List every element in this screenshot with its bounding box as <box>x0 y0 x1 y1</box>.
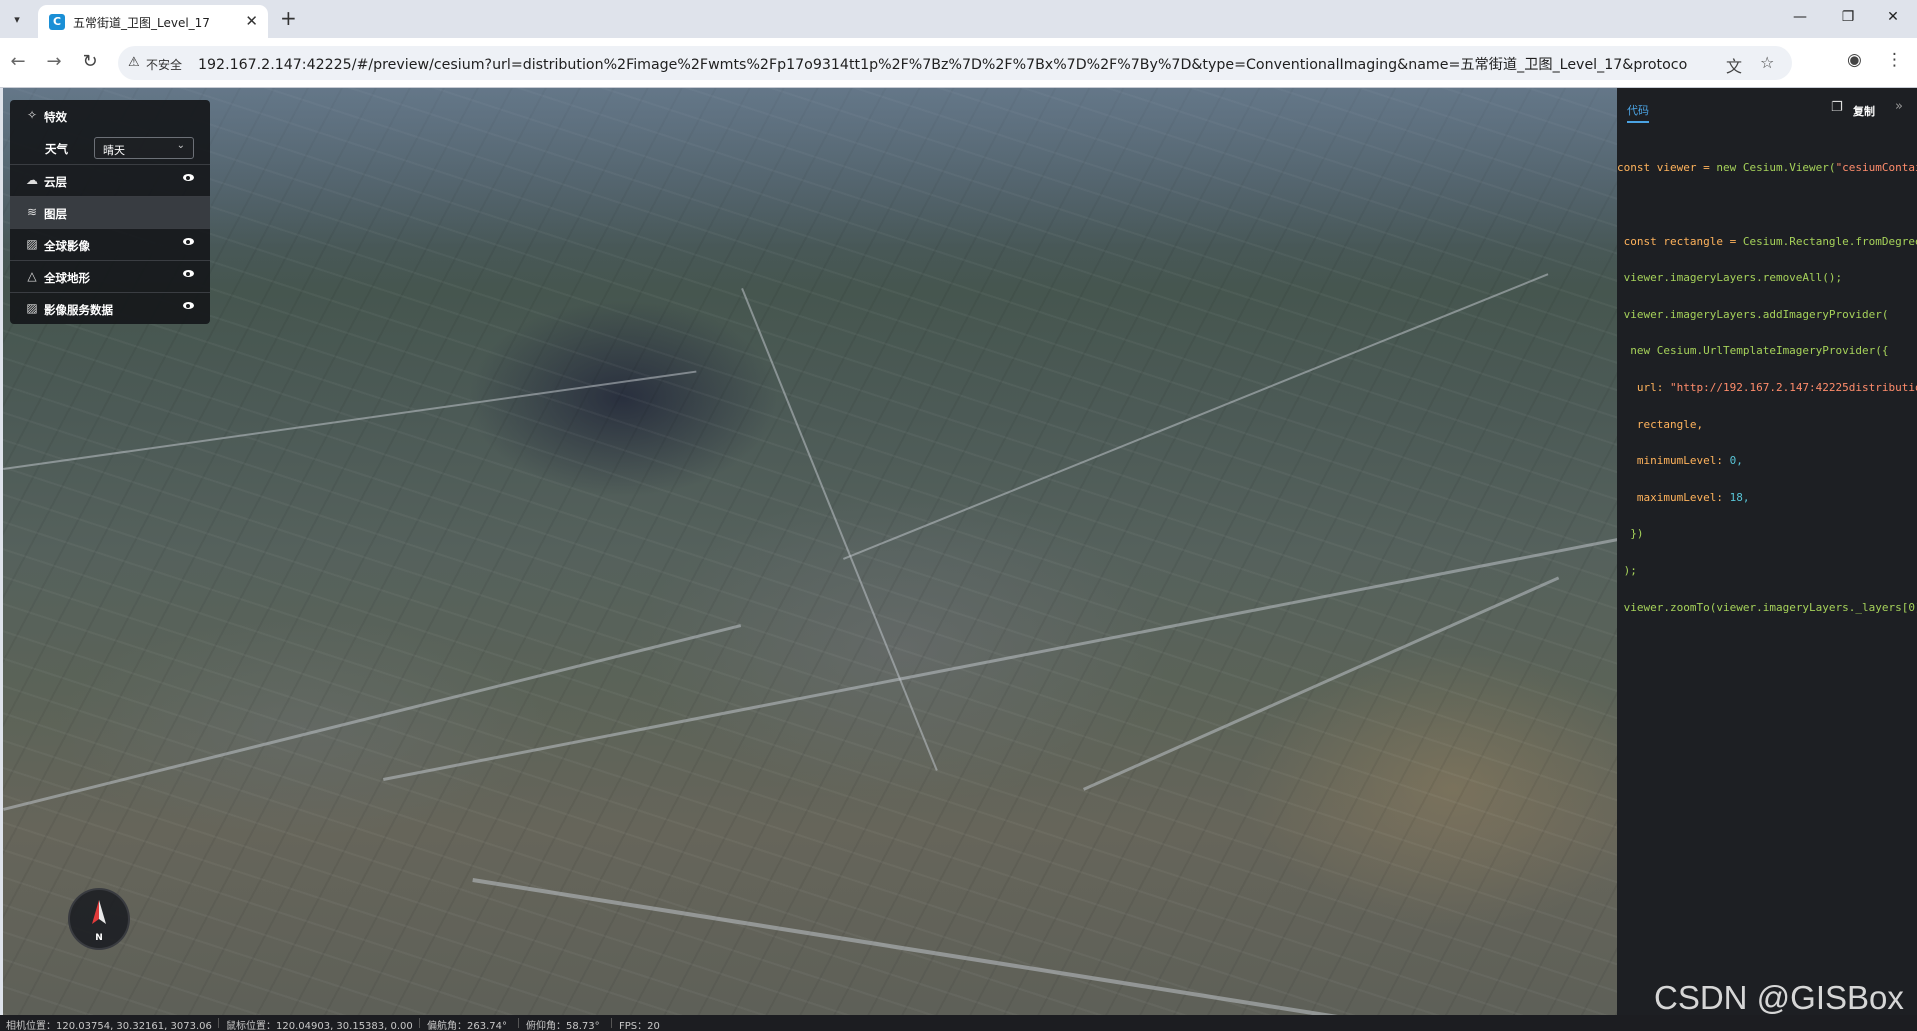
code-line: url: "http://192.167.2.147:42225distribu… <box>1617 380 1917 394</box>
code-line: const rectangle = Cesium.Rectangle.fromD… <box>1617 234 1917 248</box>
code-token: maximumLevel: <box>1617 490 1730 504</box>
image-icon: ▨ <box>26 237 38 251</box>
url-text[interactable]: 192.167.2.147:42225/#/preview/cesium?url… <box>198 54 1688 74</box>
atmosphere-haze <box>3 88 1617 248</box>
status-divider <box>611 1018 612 1028</box>
effects-label: 特效 <box>44 110 67 124</box>
browser-tabstrip: ▾ C 五常街道_卫图_Level_17 ✕ + — ❐ ✕ <box>0 0 1917 38</box>
code-line: }) <box>1617 527 1644 541</box>
global-terrain-label: 全球地形 <box>44 271 90 285</box>
layer-item-global-terrain[interactable]: △ 全球地形 <box>10 260 210 292</box>
code-panel: 代码 ❐ 复制 » const viewer = new Cesium.View… <box>1617 88 1917 1015</box>
code-token: new Cesium.Viewer( <box>1716 161 1836 175</box>
code-token: Cesium.Rectangle.fromDegrees(1 <box>1742 234 1917 248</box>
magic-wand-icon: ✧ <box>26 108 38 122</box>
status-divider <box>218 1018 219 1028</box>
warning-icon[interactable]: ⚠ <box>128 55 140 70</box>
fps-counter: FPS：20 <box>619 1021 660 1031</box>
collapse-chevrons-icon[interactable]: » <box>1895 99 1903 114</box>
code-line: maximumLevel: 18, <box>1617 490 1917 504</box>
global-imagery-label: 全球影像 <box>44 239 90 253</box>
code-token: minimumLevel: <box>1617 454 1730 468</box>
chevron-down-icon: ⌄ <box>176 140 185 151</box>
code-token: "http://192.167.2.147:42225distribution/… <box>1669 380 1917 394</box>
cesium-map-viewport[interactable] <box>3 88 1617 1015</box>
code-token: 18, <box>1729 490 1750 504</box>
code-line: ); <box>1617 563 1637 577</box>
tab-code[interactable]: 代码 <box>1627 102 1649 123</box>
code-token: url: <box>1617 380 1670 394</box>
reload-icon[interactable]: ↻ <box>78 51 102 72</box>
terrain-icon: △ <box>27 269 37 283</box>
layers-header[interactable]: ≋ 图层 <box>10 196 210 228</box>
code-line: rectangle, <box>1617 417 1704 431</box>
minimize-icon[interactable]: — <box>1790 9 1810 25</box>
code-token: "cesiumContaine <box>1835 161 1917 175</box>
status-divider <box>419 1018 420 1028</box>
menu-kebab-icon[interactable]: ⋮ <box>1886 50 1903 70</box>
layer-item-global-imagery[interactable]: ▨ 全球影像 <box>10 228 210 260</box>
global-terrain-visibility-eye-icon[interactable] <box>183 270 194 277</box>
forward-arrow-icon[interactable]: → <box>42 51 66 72</box>
code-token: const rectangle = <box>1617 234 1743 248</box>
restore-icon[interactable]: ❐ <box>1838 9 1858 25</box>
profile-icon[interactable]: ◉ <box>1847 50 1862 70</box>
copy-icon[interactable]: ❐ <box>1831 100 1843 115</box>
status-divider <box>518 1018 519 1028</box>
clouds-label: 云层 <box>44 175 67 189</box>
watermark-text: CSDN @GISBox <box>1654 979 1904 1016</box>
browser-tab-active[interactable]: C 五常街道_卫图_Level_17 ✕ <box>38 5 268 38</box>
code-line: new Cesium.UrlTemplateImageryProvider({ <box>1617 344 1889 358</box>
address-bar[interactable]: ⚠ 不安全 192.167.2.147:42225/#/preview/cesi… <box>118 46 1792 80</box>
effects-header[interactable]: ✧ 特效 <box>10 100 210 132</box>
image-service-label: 影像服务数据 <box>44 303 113 317</box>
weather-select[interactable]: 晴天 ⌄ <box>94 137 194 159</box>
weather-selected-value: 晴天 <box>103 144 125 157</box>
clouds-visibility-eye-icon[interactable] <box>183 174 194 181</box>
new-tab-plus-icon[interactable]: + <box>280 8 297 28</box>
clouds-row[interactable]: ☁ 云层 <box>10 164 210 196</box>
global-imagery-visibility-eye-icon[interactable] <box>183 238 194 245</box>
window-close-icon[interactable]: ✕ <box>1883 9 1903 25</box>
tab-close-icon[interactable]: ✕ <box>245 12 258 30</box>
code-line: viewer.imageryLayers.addImageryProvider( <box>1617 307 1889 321</box>
code-token: viewer.imageryLayers._layers[0] <box>1716 600 1917 614</box>
cesium-favicon-icon: C <box>49 14 65 30</box>
copy-button[interactable]: 复制 <box>1853 103 1875 119</box>
translate-icon[interactable]: 文 <box>1726 53 1742 77</box>
code-line: viewer.imageryLayers.removeAll(); <box>1617 271 1843 285</box>
layers-icon: ≋ <box>26 205 38 219</box>
code-token: 0, <box>1729 454 1743 468</box>
code-token: viewer.zoomTo( <box>1617 600 1717 614</box>
image-icon: ▨ <box>26 301 38 315</box>
code-panel-header: 代码 ❐ 复制 » <box>1617 88 1917 126</box>
bookmark-star-icon[interactable]: ☆ <box>1760 53 1774 72</box>
mouse-position: 鼠标位置：120.04903, 30.15383, 0.00 <box>226 1021 413 1031</box>
status-bar: 相机位置：120.03754, 30.32161, 3073.06 鼠标位置：1… <box>0 1015 1917 1031</box>
image-service-visibility-eye-icon[interactable] <box>183 302 194 309</box>
code-line: const viewer = new Cesium.Viewer("cesium… <box>1617 162 1917 174</box>
weather-row: 天气 晴天 ⌄ <box>10 132 210 164</box>
heading-angle: 偏航角：263.74° <box>427 1021 507 1031</box>
tab-title: 五常街道_卫图_Level_17 <box>73 16 210 30</box>
security-label[interactable]: 不安全 <box>146 56 182 73</box>
camera-position: 相机位置：120.03754, 30.32161, 3073.06 <box>6 1021 212 1031</box>
code-line: minimumLevel: 0, <box>1617 455 1917 467</box>
layers-label: 图层 <box>44 207 67 221</box>
cloud-icon: ☁ <box>26 173 38 187</box>
layer-item-image-service[interactable]: ▨ 影像服务数据 <box>10 292 210 324</box>
back-arrow-icon[interactable]: ← <box>6 51 30 72</box>
tab-list-chevron-icon[interactable]: ▾ <box>6 8 28 30</box>
weather-label: 天气 <box>45 142 68 156</box>
code-block[interactable]: const viewer = new Cesium.Viewer("cesium… <box>1617 138 1917 638</box>
compass-north-label: N <box>95 933 103 943</box>
pitch-angle: 俯仰角：58.73° <box>526 1021 600 1031</box>
browser-toolbar: ← → ↻ ⚠ 不安全 192.167.2.147:42225/#/previe… <box>0 38 1917 88</box>
code-line: viewer.zoomTo(viewer.imageryLayers._laye… <box>1617 600 1917 614</box>
compass-widget[interactable]: N <box>68 888 130 950</box>
code-token: const viewer = <box>1617 161 1717 175</box>
effects-panel: ✧ 特效 天气 晴天 ⌄ ☁ 云层 ≋ 图层 ▨ 全球影像 △ 全球地形 ▨ 影… <box>10 100 210 324</box>
